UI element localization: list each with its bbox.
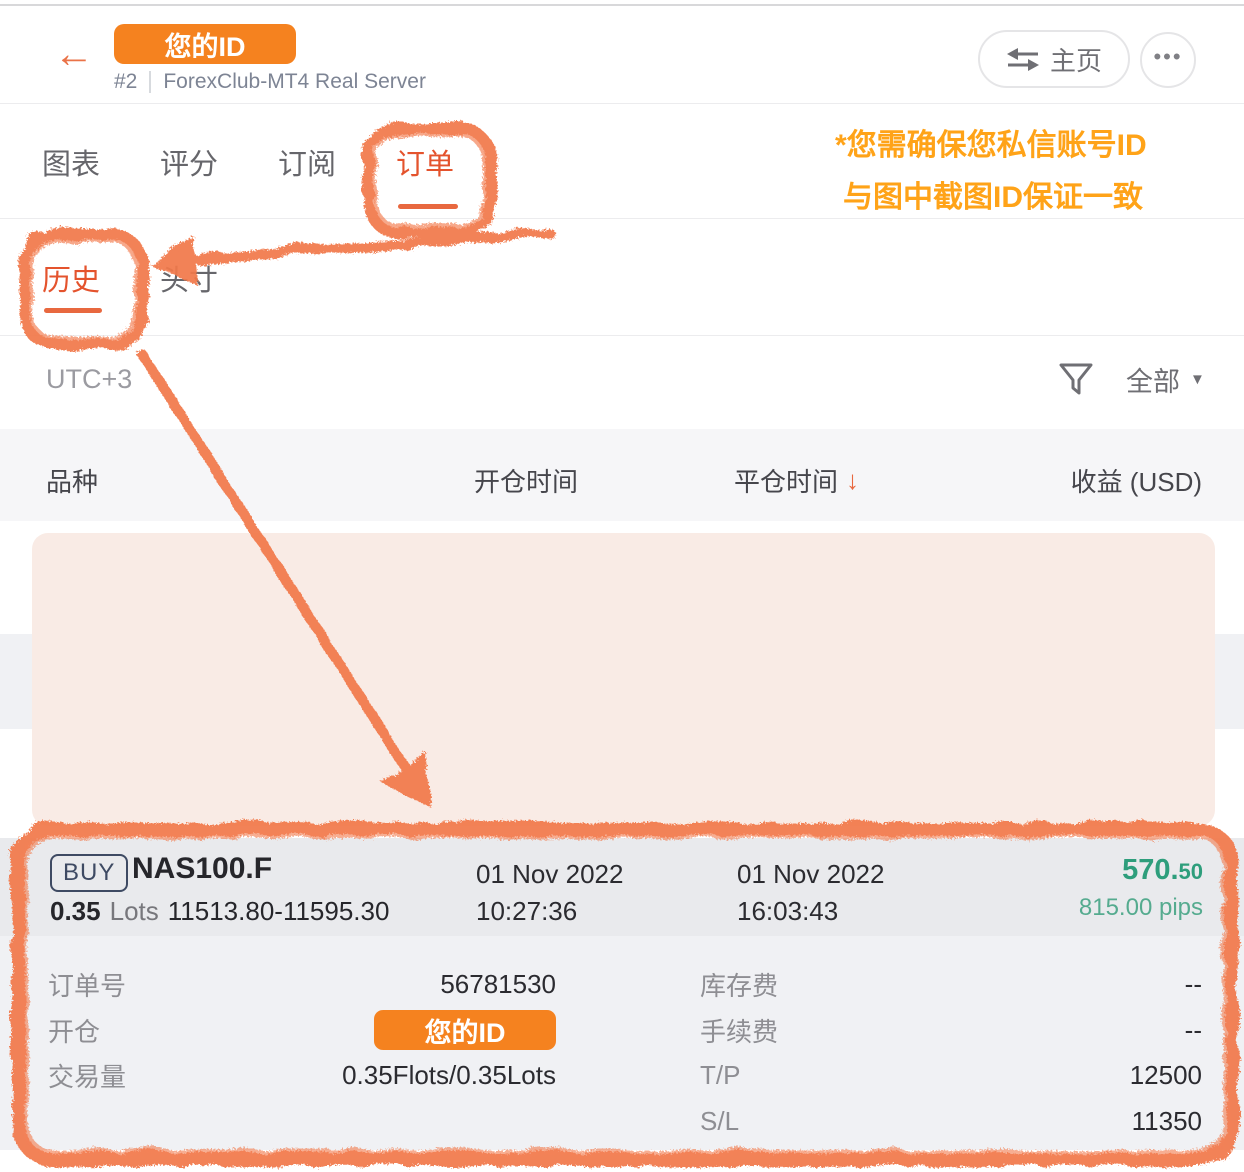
filter-value: 全部 xyxy=(1126,360,1180,399)
order-volume-unit: Lots xyxy=(110,896,159,927)
detail-row-order-id: 订单号 56781530 xyxy=(48,962,556,1008)
detail-value: 12500 xyxy=(1130,1060,1202,1091)
home-label: 主页 xyxy=(1050,41,1102,78)
detail-label: S/L xyxy=(700,1106,739,1137)
detail-label: 订单号 xyxy=(48,966,126,1003)
home-button[interactable]: 主页 xyxy=(978,30,1130,88)
tab-rating-label: 评分 xyxy=(160,141,218,183)
detail-label: T/P xyxy=(700,1060,740,1091)
detail-value: 11350 xyxy=(1132,1106,1202,1137)
tab-chart-label: 图表 xyxy=(42,141,100,183)
open-time: 10:27:36 xyxy=(476,896,577,926)
back-button[interactable]: ← xyxy=(54,32,94,76)
tab-chart[interactable]: 图表 xyxy=(42,105,100,218)
redaction-overlay xyxy=(32,533,1215,826)
subtab-history-label: 历史 xyxy=(42,257,100,299)
detail-label: 库存费 xyxy=(700,966,778,1003)
subtab-history[interactable]: 历史 xyxy=(42,220,100,335)
details-left-column: 订单号 56781530 开仓 您的ID 交易量 0.35Flots/0.35L… xyxy=(48,962,556,1099)
filter-button[interactable] xyxy=(1056,360,1096,400)
account-id-mask: 您的ID xyxy=(114,24,296,64)
more-button[interactable]: ••• xyxy=(1140,32,1196,88)
tab-orders-label: 订单 xyxy=(396,141,454,183)
detail-row-tp: T/P 12500 xyxy=(700,1053,1202,1099)
more-dots-icon: ••• xyxy=(1153,46,1182,74)
swap-arrows-icon xyxy=(1006,46,1040,72)
back-arrow-icon: ← xyxy=(54,32,94,76)
detail-label: 交易量 xyxy=(48,1057,126,1094)
order-volume: 0.35 xyxy=(50,896,101,927)
column-symbol: 品种 xyxy=(46,462,98,499)
sort-descending-icon: ↓ xyxy=(846,465,859,496)
order-open-time: 01 Nov 2022 10:27:36 xyxy=(476,856,623,930)
open-date: 01 Nov 2022 xyxy=(476,859,623,889)
column-close-time-label: 平仓时间 xyxy=(734,462,838,499)
tab-subscription-label: 订阅 xyxy=(278,141,336,183)
filter-dropdown[interactable]: 全部 ▼ xyxy=(1126,360,1205,399)
close-date: 01 Nov 2022 xyxy=(737,859,884,889)
header: ← 您的ID #2 ForexClub-MT4 Real Server 主页 •… xyxy=(0,6,1244,104)
order-id-mask: 您的ID xyxy=(374,1010,556,1050)
timezone-label: UTC+3 xyxy=(46,364,132,395)
detail-value: -- xyxy=(1185,969,1202,1000)
trading-app-window: ← 您的ID #2 ForexClub-MT4 Real Server 主页 •… xyxy=(0,0,1244,1172)
tab-orders[interactable]: 订单 xyxy=(396,105,454,218)
column-close-time-sort[interactable]: 平仓时间 ↓ xyxy=(734,462,859,499)
orders-subtab-bar: 历史 头寸 xyxy=(0,220,1244,336)
profit-pips: 815.00 pips xyxy=(1079,894,1203,922)
close-time: 16:03:43 xyxy=(737,896,838,926)
tab-subscription[interactable]: 订阅 xyxy=(278,105,336,218)
order-symbol: NAS100.F xyxy=(132,852,272,886)
order-row[interactable]: BUY NAS100.F 0.35 Lots 11513.80-11595.30… xyxy=(0,838,1244,936)
order-id-mask-label: 您的ID xyxy=(425,1011,506,1050)
filter-funnel-icon xyxy=(1056,360,1096,400)
subtab-positions-label: 头寸 xyxy=(160,257,218,299)
account-id-mask-label: 您的ID xyxy=(165,25,246,64)
detail-row-open-by: 开仓 您的ID xyxy=(48,1008,556,1054)
detail-value: 0.35Flots/0.35Lots xyxy=(342,1060,556,1091)
annotation-text-line1: *您需确保您私信账号ID xyxy=(835,120,1147,164)
detail-row-volume: 交易量 0.35Flots/0.35Lots xyxy=(48,1053,556,1099)
account-number: #2 xyxy=(114,70,137,94)
detail-label: 手续费 xyxy=(700,1012,778,1049)
server-name: ForexClub-MT4 Real Server xyxy=(163,70,426,94)
account-subtitle: #2 ForexClub-MT4 Real Server xyxy=(114,70,426,94)
detail-value: 56781530 xyxy=(440,969,556,1000)
toolbar-row: UTC+3 全部 ▼ xyxy=(0,336,1244,429)
detail-value: -- xyxy=(1185,1015,1202,1046)
order-details: 订单号 56781530 开仓 您的ID 交易量 0.35Flots/0.35L… xyxy=(0,936,1244,1150)
column-profit: 收益 (USD) xyxy=(1071,462,1202,499)
order-close-time: 01 Nov 2022 16:03:43 xyxy=(737,856,884,930)
history-list xyxy=(0,521,1244,838)
detail-row-swap: 库存费 -- xyxy=(700,962,1202,1008)
chevron-down-icon: ▼ xyxy=(1190,371,1205,388)
detail-row-sl: S/L 11350 xyxy=(700,1099,1202,1145)
detail-row-commission: 手续费 -- xyxy=(700,1008,1202,1054)
details-right-column: 库存费 -- 手续费 -- T/P 12500 S/L 11350 xyxy=(700,962,1202,1144)
subtitle-divider xyxy=(149,71,151,93)
order-price-range: 11513.80-11595.30 xyxy=(168,896,390,927)
history-table-header: 品种 开仓时间 平仓时间 ↓ 收益 (USD) xyxy=(0,429,1244,521)
profit-value: 570.50 xyxy=(1079,854,1203,888)
annotation-text-line2: 与图中截图ID保证一致 xyxy=(843,172,1143,216)
order-profit: 570.50 815.00 pips xyxy=(1079,854,1203,922)
order-volume-line: 0.35 Lots 11513.80-11595.30 xyxy=(50,896,389,927)
tab-rating[interactable]: 评分 xyxy=(160,105,218,218)
buy-badge: BUY xyxy=(50,854,128,892)
detail-label: 开仓 xyxy=(48,1012,100,1049)
column-open-time: 开仓时间 xyxy=(474,462,578,499)
subtab-positions[interactable]: 头寸 xyxy=(160,220,218,335)
